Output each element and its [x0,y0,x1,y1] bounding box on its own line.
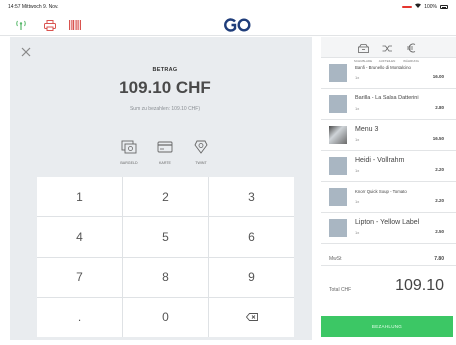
banknote-icon [121,140,137,159]
cart-item-qty: 1x [355,75,360,80]
total-row: Total CHF 109.10 [321,270,456,305]
vat-label: MwSt [329,256,342,262]
payment-methods: Bargeld Karte Twint [118,140,212,165]
barcode-icon[interactable] [68,19,82,31]
amount-label: BETRAG [152,67,178,73]
payment-method-card[interactable]: Karte [154,140,176,165]
product-thumbnail [329,126,347,144]
pay-button[interactable]: Bezahlung [321,316,453,337]
battery-badge [402,5,413,8]
split-icon [382,40,393,58]
cart-actions: Schublade Aufteilen Währung [321,37,456,63]
cart-item-name: Banfi - Brunello di Montalcino [355,65,411,70]
status-right: 100% [402,3,448,10]
wifi-icon [415,3,422,10]
backspace-icon [245,310,258,324]
cart-item[interactable]: Heidi - Vollrahm 1x 2.20 [321,151,456,182]
battery-text: 100% [424,3,437,10]
cart-item-qty: 1x [355,137,360,142]
cart-item[interactable]: Banfi - Brunello di Montalcino 1x 16.00 [321,58,456,89]
antenna-icon[interactable] [14,19,28,31]
pay-button-label: Bezahlung [371,324,403,329]
product-thumbnail [329,188,347,206]
vat-value: 7.80 [434,256,444,262]
cart-item-name: Knorr Quick Soup - Tomato [355,189,407,194]
key-2[interactable]: 2 [123,177,208,217]
vat-row: MwSt 7.80 [321,252,456,266]
key-backspace[interactable] [209,297,294,337]
cart-list: Banfi - Brunello di Montalcino 1x 16.00 … [321,58,456,244]
total-label: Total CHF [329,287,352,293]
payment-method-label: Twint [195,161,207,165]
cart-item-name: Lipton - Yellow Label [355,219,420,226]
key-3[interactable]: 3 [209,177,294,217]
key-6[interactable]: 6 [209,217,294,257]
amount-subtext: Sum zu bezahlen: 109.10 CHF) [129,106,201,112]
cart-item-name: Barilla - La Salsa Datterini [355,95,419,101]
cart-item-qty: 1x [355,230,360,235]
key-decimal[interactable]: . [37,297,122,337]
cart-item[interactable]: Lipton - Yellow Label 1x 2.50 [321,213,456,244]
product-thumbnail [329,157,347,175]
cart-item-qty: 1x [355,199,360,204]
key-1[interactable]: 1 [37,177,122,217]
twint-icon [193,140,209,159]
close-icon[interactable] [20,45,32,57]
key-8[interactable]: 8 [123,257,208,297]
cart-item-qty: 1x [355,168,360,173]
cart-item-price: 16.00 [432,74,444,79]
card-icon [157,140,173,159]
payment-method-cash[interactable]: Bargeld [118,140,140,165]
product-thumbnail [329,95,347,113]
cart-item-name: Heidi - Vollrahm [355,157,405,164]
euro-icon [406,40,417,58]
go-logo [224,18,251,32]
status-bar: 14:57 Mittwoch 9. Nov. 100% [0,0,456,14]
printer-icon[interactable] [43,19,57,31]
cart-item-price: 2.80 [435,105,444,110]
cart-item-price: 2.50 [435,229,444,234]
product-thumbnail [329,219,347,237]
payment-method-label: Bargeld [120,161,138,165]
key-9[interactable]: 9 [209,257,294,297]
battery-icon [440,4,448,9]
cart-item[interactable]: Barilla - La Salsa Datterini 1x 2.80 [321,89,456,120]
numeric-keypad: 1 2 3 4 5 6 7 8 9 . 0 [37,177,294,337]
payment-method-twint[interactable]: Twint [190,140,212,165]
key-5[interactable]: 5 [123,217,208,257]
cart-item-qty: 1x [355,106,360,111]
key-7[interactable]: 7 [37,257,122,297]
key-4[interactable]: 4 [37,217,122,257]
product-thumbnail [329,64,347,82]
drawer-icon [357,40,369,58]
cart-item-price: 16.50 [432,136,444,141]
amount-value: 109.10 CHF [119,78,211,97]
status-time: 14:57 Mittwoch 9. Nov. [8,4,59,10]
cart-item[interactable]: Knorr Quick Soup - Tomato 1x 2.20 [321,182,456,213]
key-0[interactable]: 0 [123,297,208,337]
payment-method-label: Karte [159,161,171,165]
cart-item-price: 2.20 [435,198,444,203]
total-value: 109.10 [395,277,444,294]
cart-item-price: 2.20 [435,167,444,172]
cart-item[interactable]: Menu 3 1x 16.50 [321,120,456,151]
cart-item-name: Menu 3 [355,126,379,133]
